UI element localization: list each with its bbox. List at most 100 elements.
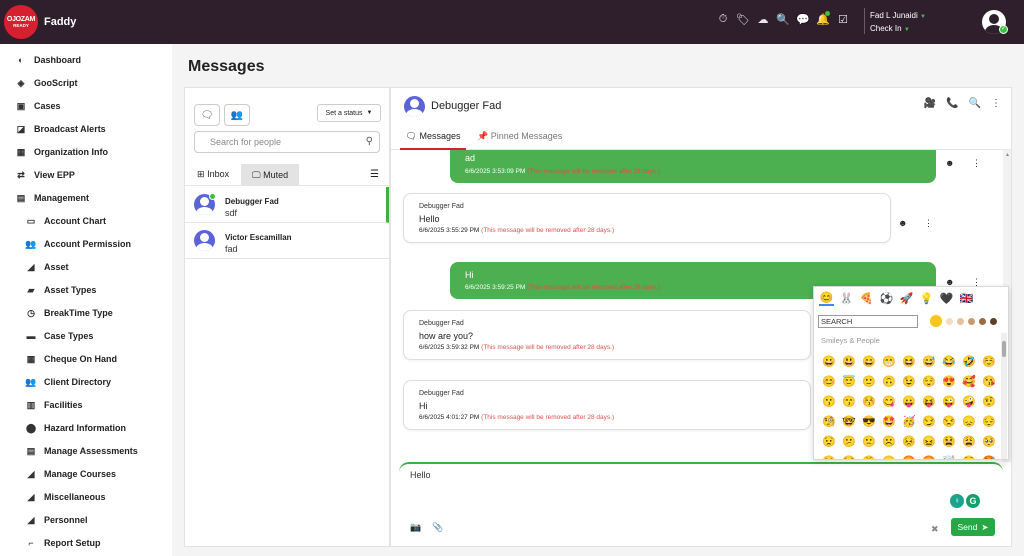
emoji-item[interactable]: 😜 (939, 391, 959, 411)
emoji-item[interactable]: 😝 (919, 391, 939, 411)
scroll-up-icon[interactable]: ▲ (1005, 152, 1010, 158)
sidebar-item-asset[interactable]: ◢ Asset (26, 262, 69, 273)
emoji-item[interactable]: 😞 (959, 411, 979, 431)
message-composer[interactable]: Hello ♀ G 📷 📎 ✖ Send ➤ (399, 462, 1003, 542)
message-bubble[interactable]: Debugger Fad Hi 6/6/2025 4:01:27 PM (Thi… (403, 380, 811, 430)
skin-tone-swatch[interactable] (968, 317, 975, 325)
emoji-item[interactable]: 😒 (939, 411, 959, 431)
message-options-icon[interactable]: ⋮ (972, 158, 981, 169)
skin-tone-swatch[interactable] (930, 315, 942, 327)
emoji-item[interactable]: 😘 (979, 371, 999, 391)
tab-pinned-messages[interactable]: 📌 Pinned Messages (477, 131, 562, 142)
emoji-item[interactable]: 😕 (839, 431, 859, 451)
emoji-category-tab[interactable]: 💡 (919, 290, 934, 306)
contact-item[interactable]: Victor Escamillan fad (185, 223, 389, 259)
emoji-item[interactable]: 😊 (819, 371, 839, 391)
user-menu[interactable]: Fad L Junaidi ▼ Check In ▼ (870, 10, 926, 36)
sidebar-item-dashboard[interactable]: ◐ Dashboard (16, 55, 81, 65)
emoji-item[interactable]: 🤣 (959, 351, 979, 371)
sidebar-item-broadcast-alerts[interactable]: ◪ Broadcast Alerts (16, 124, 106, 135)
skin-tone-swatch[interactable] (990, 317, 997, 325)
emoji-item[interactable]: 🥰 (959, 371, 979, 391)
assistant-icon[interactable]: ♀ (950, 494, 964, 508)
emoji-item[interactable]: 🙂 (859, 371, 879, 391)
sidebar-item-management[interactable]: ▤ Management (16, 193, 89, 204)
emoji-item[interactable]: 😂 (939, 351, 959, 371)
emoji-item[interactable]: 🤨 (979, 391, 999, 411)
emoji-item[interactable]: 🥺 (979, 431, 999, 451)
sidebar-item-facilities[interactable]: ▥ Facilities (26, 400, 83, 411)
emoji-item[interactable]: 😚 (859, 391, 879, 411)
message-bubble[interactable]: ad 6/6/2025 3:53:09 PM (This message wil… (450, 150, 936, 183)
video-call-icon[interactable]: 🎥 (924, 98, 936, 109)
emoji-item[interactable]: 😌 (919, 371, 939, 391)
emoji-item[interactable]: 🥳 (899, 411, 919, 431)
tab-inbox[interactable]: ⊞ Inbox (197, 169, 229, 180)
sidebar-item-breaktime-type[interactable]: ◷ BreakTime Type (26, 308, 113, 319)
emoji-item[interactable]: 😆 (899, 351, 919, 371)
sidebar-item-organization-info[interactable]: ▦ Organization Info (16, 147, 108, 158)
ticket-icon[interactable]: 🏷 (736, 12, 750, 26)
contact-item[interactable]: Debugger Fad sdf (185, 187, 389, 223)
sidebar-item-gooscript[interactable]: ◈ GooScript (16, 78, 78, 89)
emoji-item[interactable]: 😉 (899, 371, 919, 391)
sidebar-item-personnel[interactable]: ◢ Personnel (26, 515, 88, 526)
emoji-item[interactable]: 😎 (859, 411, 879, 431)
emoji-item[interactable]: 😢 (819, 451, 839, 460)
emoji-item[interactable]: ☺️ (979, 351, 999, 371)
sidebar-item-asset-types[interactable]: ▰ Asset Types (26, 285, 97, 296)
chat-icon[interactable]: 💬 (796, 12, 810, 26)
phone-icon[interactable]: 📞 (946, 98, 958, 109)
emoji-scrollbar[interactable] (1001, 333, 1007, 459)
emoji-search-input[interactable]: SEARCH (818, 315, 918, 328)
emoji-item[interactable]: 😍 (939, 371, 959, 391)
stopwatch-icon[interactable]: ⏱ (716, 12, 730, 26)
emoji-item[interactable]: 😃 (839, 351, 859, 371)
sidebar-item-manage-assessments[interactable]: ▤ Manage Assessments (26, 446, 138, 457)
tab-messages[interactable]: 🗨 Messages (400, 126, 466, 150)
avatar[interactable] (404, 96, 425, 117)
emoji-item[interactable]: ☹️ (879, 431, 899, 451)
send-button[interactable]: Send ➤ (951, 518, 995, 536)
sidebar-item-case-types[interactable]: ▬ Case Types (26, 331, 94, 341)
emoji-item[interactable]: 🤩 (879, 411, 899, 431)
emoji-category-tab[interactable]: 🖤 (939, 290, 954, 306)
sidebar-item-report-setup[interactable]: ⌐ Report Setup (26, 538, 100, 548)
bell-icon[interactable]: 🔔 (816, 11, 830, 26)
emoji-category-tab[interactable]: 🚀 (899, 290, 914, 306)
clear-icon[interactable]: ✖ (931, 524, 939, 535)
sidebar-item-client-directory[interactable]: 👥 Client Directory (25, 377, 111, 388)
emoji-item[interactable]: 😭 (839, 451, 859, 460)
emoji-category-tab[interactable]: 🍕 (859, 290, 874, 306)
camera-icon[interactable]: 📷 (410, 522, 421, 533)
emoji-item[interactable]: 🤪 (959, 391, 979, 411)
emoji-item[interactable]: 🤓 (839, 411, 859, 431)
tab-muted[interactable]: 🖵 Muted (241, 164, 299, 186)
emoji-item[interactable]: 😙 (839, 391, 859, 411)
search-icon[interactable]: 🔍 (776, 12, 790, 26)
grammarly-icon[interactable]: G (966, 494, 980, 508)
emoji-item[interactable]: 🤯 (939, 451, 959, 460)
message-bubble[interactable]: Debugger Fad Hello 6/6/2025 3:55:29 PM (… (403, 193, 891, 243)
sidebar-item-account-permission[interactable]: 👥 Account Permission (25, 239, 131, 250)
search-icon[interactable]: 🔍 (969, 98, 981, 109)
message-options-icon[interactable]: ⋮ (924, 218, 933, 229)
app-logo[interactable]: OJOZAM READY (4, 5, 38, 39)
emoji-category-tab[interactable]: 🐰 (839, 290, 854, 306)
emoji-item[interactable]: 🙁 (859, 431, 879, 451)
cloud-icon[interactable]: ☁ (756, 12, 770, 26)
emoji-item[interactable]: 🧐 (819, 411, 839, 431)
message-bubble[interactable]: Debugger Fad how are you? 6/6/2025 3:59:… (403, 310, 811, 360)
emoji-item[interactable]: 😠 (879, 451, 899, 460)
emoji-react-icon[interactable]: ☻ (945, 158, 954, 168)
checklist-icon[interactable]: ☑ (836, 12, 850, 26)
emoji-category-tab[interactable]: 🇬🇧 (959, 290, 974, 306)
emoji-item[interactable]: 😖 (919, 431, 939, 451)
set-status-button[interactable]: Set a status ▼ (317, 104, 381, 122)
emoji-item[interactable]: 😗 (819, 391, 839, 411)
emoji-category-tab[interactable]: 😊 (819, 290, 834, 306)
emoji-item[interactable]: 😣 (899, 431, 919, 451)
sidebar-item-account-chart[interactable]: ▭ Account Chart (26, 216, 106, 227)
emoji-item[interactable]: 😁 (879, 351, 899, 371)
more-options-icon[interactable]: ⋮ (991, 98, 1001, 109)
